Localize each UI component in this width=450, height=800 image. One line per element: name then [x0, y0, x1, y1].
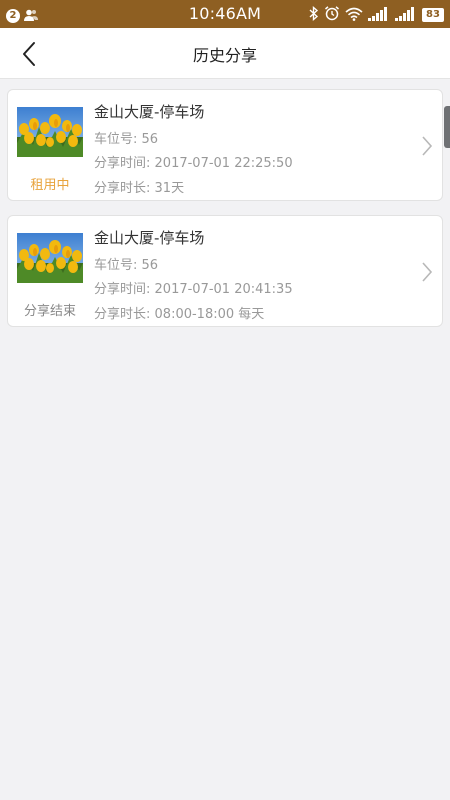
status-badge: 分享结束: [23, 304, 76, 319]
battery-indicator: 83: [422, 8, 444, 22]
status-right: 83: [309, 5, 444, 25]
parking-thumbnail: [17, 233, 83, 283]
share-duration-label: 分享时长:: [94, 181, 151, 196]
status-badge: 租用中: [30, 178, 70, 193]
share-time-value: 2017-07-01 22:25:50: [154, 156, 293, 171]
card-title: 金山大厦-停车场: [94, 103, 205, 121]
chevron-right-icon: [420, 260, 434, 284]
space-number-row: 车位号: 56: [94, 254, 158, 273]
share-time-row: 分享时间: 2017-07-01 20:41:35: [94, 278, 293, 297]
page-title: 历史分享: [192, 46, 257, 65]
share-duration-value: 31天: [154, 181, 185, 196]
wifi-icon: [345, 6, 363, 25]
space-number-label: 车位号:: [94, 132, 138, 147]
space-number-value: 56: [141, 258, 159, 273]
share-record-card[interactable]: 分享结束 金山大厦-停车场 车位号: 56 分享时间: 2017-07-01 2…: [7, 215, 443, 327]
share-time-label: 分享时间:: [94, 282, 151, 297]
space-number-row: 车位号: 56: [94, 128, 158, 147]
share-time-value: 2017-07-01 20:41:35: [154, 282, 293, 297]
bluetooth-icon: [309, 5, 319, 25]
parking-thumbnail: [17, 107, 83, 157]
signal-icon-2: [395, 6, 417, 25]
share-time-label: 分享时间:: [94, 156, 151, 171]
share-time-row: 分享时间: 2017-07-01 22:25:50: [94, 152, 293, 171]
share-duration-value: 08:00-18:00 每天: [154, 307, 265, 322]
status-bar: 2 10:46AM 83: [0, 0, 450, 28]
chevron-right-icon: [420, 134, 434, 158]
nav-header: 历史分享: [0, 28, 450, 79]
share-duration-row: 分享时长: 08:00-18:00 每天: [94, 303, 264, 322]
space-number-label: 车位号:: [94, 258, 138, 273]
alarm-icon: [324, 5, 340, 25]
scroll-handle[interactable]: [444, 106, 450, 148]
share-duration-row: 分享时长: 31天: [94, 177, 184, 196]
card-title: 金山大厦-停车场: [94, 229, 205, 247]
share-record-card[interactable]: 租用中 金山大厦-停车场 车位号: 56 分享时间: 2017-07-01 22…: [7, 89, 443, 201]
signal-icon-1: [368, 6, 390, 25]
space-number-value: 56: [141, 132, 159, 147]
share-duration-label: 分享时长:: [94, 307, 151, 322]
